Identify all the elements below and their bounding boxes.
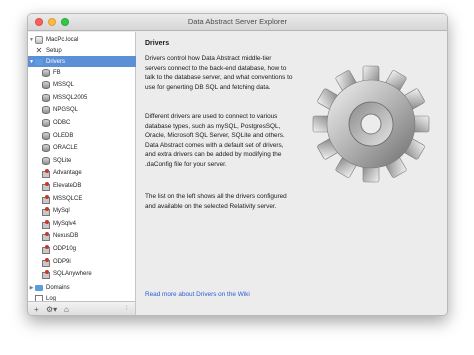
home-button[interactable]: ⌂: [64, 305, 69, 314]
sidebar-item-label: MySqlv4: [53, 220, 77, 227]
window-title: Data Abstract Server Explorer: [187, 17, 288, 26]
sidebar-item-label: OLEDB: [53, 132, 74, 139]
sidebar: ▼ MacPc.local ✕ Setup ▼ Drivers FB MSSQL M…: [28, 32, 136, 303]
wiki-link[interactable]: Read more about Drivers on the Wiki: [145, 291, 250, 298]
settings-menu-button[interactable]: ⚙▾: [46, 305, 57, 314]
sidebar-item-driver[interactable]: FB: [28, 67, 136, 78]
sidebar-item-driver[interactable]: MySql: [28, 206, 136, 217]
sidebar-item-label: ElevateDB: [53, 182, 82, 189]
sidebar-item-label: Setup: [46, 47, 62, 54]
driver-icon: [42, 207, 50, 217]
driver-icon: [42, 270, 50, 280]
sidebar-item-label: SQLAnywhere: [53, 271, 92, 278]
disclosure-collapsed-icon[interactable]: ▶: [28, 285, 35, 291]
database-icon: [42, 106, 50, 115]
sidebar-item-label: MSSQL: [53, 82, 75, 89]
sidebar-item-driver[interactable]: ORACLE: [28, 143, 136, 154]
sidebar-item-driver[interactable]: ODP10g: [28, 243, 136, 254]
sidebar-item-label: NexusDB: [53, 233, 79, 240]
server-icon: [35, 35, 43, 44]
sidebar-item-label: Domains: [46, 284, 70, 291]
add-button[interactable]: +: [34, 305, 39, 314]
sidebar-item-driver[interactable]: ElevateDB: [28, 180, 136, 191]
sidebar-toolbar: + ⚙▾ ⌂ ⁞: [28, 301, 136, 315]
database-icon: [42, 118, 50, 127]
sidebar-item-setup[interactable]: ✕ Setup: [28, 45, 136, 56]
sidebar-item-driver[interactable]: OLEDB: [28, 130, 136, 141]
sidebar-item-driver[interactable]: MSSQLCE: [28, 193, 136, 204]
database-icon: [42, 144, 50, 153]
database-icon: [42, 68, 50, 77]
sidebar-item-label: FB: [53, 69, 61, 76]
resize-handle[interactable]: ⁞: [126, 305, 128, 314]
sidebar-item-label: MSSQL2005: [53, 94, 88, 101]
sidebar-item-label: MSSQLCE: [53, 195, 83, 202]
sidebar-item-driver[interactable]: SQLite: [28, 155, 136, 166]
description-paragraph: Drivers control how Data Abstract middle…: [145, 55, 293, 91]
sidebar-item-label: MacPc.local: [46, 36, 79, 43]
sidebar-item-drivers[interactable]: ▼ Drivers: [28, 56, 136, 67]
sidebar-item-label: NPGSQL: [53, 107, 79, 114]
sidebar-item-domains[interactable]: ▶ Domains: [28, 282, 136, 293]
sidebar-item-label: ODP9i: [53, 258, 71, 265]
database-icon: [42, 156, 50, 165]
sidebar-item-label: MySql: [53, 208, 70, 215]
title-bar[interactable]: Data Abstract Server Explorer: [28, 14, 447, 31]
folder-icon: [35, 285, 43, 291]
sidebar-item-driver[interactable]: NPGSQL: [28, 105, 136, 116]
sidebar-item-driver[interactable]: MySqlv4: [28, 218, 136, 229]
disclosure-expanded-icon[interactable]: ▼: [28, 59, 35, 65]
wrench-icon: ✕: [35, 45, 43, 55]
sidebar-item-label: SQLite: [53, 157, 72, 164]
detail-pane: Drivers Drivers control how Data Abstrac…: [137, 32, 447, 315]
folder-icon: [35, 59, 43, 65]
driver-icon: [42, 257, 50, 267]
driver-icon: [42, 169, 50, 179]
database-icon: [42, 81, 50, 90]
gear-icon: [312, 65, 430, 183]
driver-icon: [42, 194, 50, 204]
sidebar-item-label: Drivers: [46, 58, 65, 65]
page-title: Drivers: [145, 40, 170, 47]
driver-icon: [42, 244, 50, 254]
database-icon: [42, 131, 50, 140]
sidebar-item-server[interactable]: ▼ MacPc.local: [28, 34, 136, 45]
description-paragraph: Different drivers are used to connect to…: [145, 113, 285, 168]
sidebar-item-driver[interactable]: NexusDB: [28, 231, 136, 242]
sidebar-item-label: ORACLE: [53, 145, 78, 152]
sidebar-item-driver[interactable]: Advantage: [28, 168, 136, 179]
description-paragraph: The list on the left shows all the drive…: [145, 193, 287, 210]
driver-icon: [42, 219, 50, 229]
sidebar-item-driver[interactable]: ODP9i: [28, 256, 136, 267]
sidebar-item-label: ODBC: [53, 119, 71, 126]
sidebar-item-driver[interactable]: ODBC: [28, 117, 136, 128]
sidebar-item-label: Advantage: [53, 170, 82, 177]
driver-icon: [42, 181, 50, 191]
database-icon: [42, 93, 50, 102]
sidebar-item-label: ODP10g: [53, 245, 77, 252]
sidebar-item-driver[interactable]: MSSQL2005: [28, 92, 136, 103]
disclosure-expanded-icon[interactable]: ▼: [28, 37, 35, 43]
app-window: Data Abstract Server Explorer ▼ MacPc.lo…: [27, 13, 448, 316]
driver-icon: [42, 232, 50, 242]
sidebar-item-driver[interactable]: MSSQL: [28, 80, 136, 91]
sidebar-item-driver[interactable]: SQLAnywhere: [28, 269, 136, 280]
